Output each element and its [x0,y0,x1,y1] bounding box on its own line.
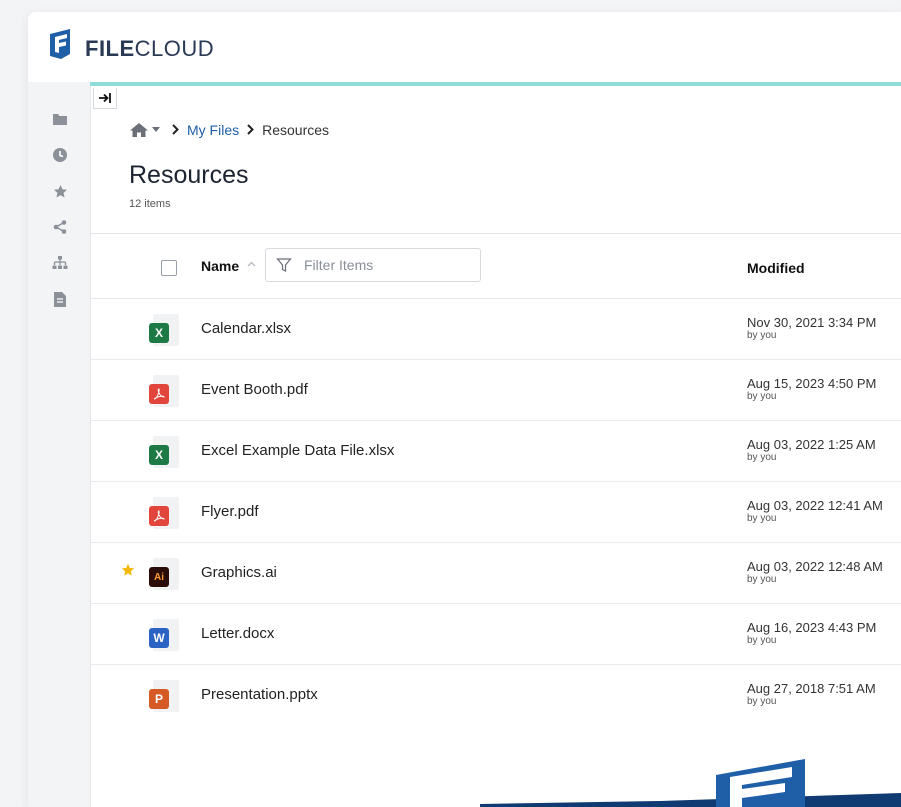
table-row[interactable]: P Presentation.pptx Aug 27, 2018 7:51 AM… [91,665,901,725]
decorative-logo-graphic [480,759,901,807]
file-name[interactable]: Flyer.pdf [201,503,259,520]
modified-by: by you [747,635,777,646]
pdf-file-icon [149,375,183,407]
star-icon[interactable] [52,183,68,199]
top-bar: FILECLOUD [28,12,901,82]
modified-date: Nov 30, 2021 3:34 PM [747,315,877,330]
favorite-star-icon[interactable] [121,563,135,582]
sort-ascending-icon[interactable] [247,256,256,270]
sitemap-icon[interactable] [52,255,68,271]
modified-date: Aug 03, 2022 12:48 AM [747,559,883,574]
table-row[interactable]: W Letter.docx Aug 16, 2023 4:43 PM by yo… [91,604,901,665]
table-header: Name Modified [91,234,901,299]
filter-icon [276,258,292,272]
table-row[interactable]: Event Booth.pdf Aug 15, 2023 4:50 PM by … [91,360,901,421]
collapse-panel-button[interactable] [93,88,117,109]
modified-date: Aug 16, 2023 4:43 PM [747,620,877,635]
file-name[interactable]: Excel Example Data File.xlsx [201,442,394,459]
document-icon[interactable] [52,291,68,307]
chevron-right-icon [247,123,255,138]
page-title: Resources [129,161,249,189]
filter-items-field[interactable] [265,248,481,282]
column-header-name[interactable]: Name [201,258,239,274]
file-name[interactable]: Graphics.ai [201,564,277,581]
excel-file-icon: X [149,436,183,468]
file-name[interactable]: Event Booth.pdf [201,381,308,398]
arrow-to-right-icon [99,93,111,103]
share-icon[interactable] [52,219,68,235]
folder-icon[interactable] [52,111,68,127]
breadcrumb: My Files Resources [129,122,329,138]
modified-by: by you [747,574,777,585]
main-content: My Files Resources Resources 12 items Na… [90,86,901,807]
file-name[interactable]: Letter.docx [201,625,274,642]
item-count: 12 items [129,198,171,210]
file-list: X Calendar.xlsx Nov 30, 2021 3:34 PM by … [91,299,901,725]
word-file-icon: W [149,619,183,651]
select-all-checkbox[interactable] [161,260,177,276]
excel-file-icon: X [149,314,183,346]
column-header-modified[interactable]: Modified [747,260,805,276]
table-row[interactable]: X Calendar.xlsx Nov 30, 2021 3:34 PM by … [91,299,901,360]
modified-date: Aug 15, 2023 4:50 PM [747,376,877,391]
breadcrumb-my-files[interactable]: My Files [187,122,239,138]
chevron-down-icon[interactable] [152,127,160,133]
clock-icon[interactable] [52,147,68,163]
breadcrumb-current: Resources [262,122,330,138]
modified-date: Aug 27, 2018 7:51 AM [747,681,876,696]
file-name[interactable]: Presentation.pptx [201,686,318,703]
modified-date: Aug 03, 2022 1:25 AM [747,437,876,452]
illustrator-file-icon: Ai [149,558,183,590]
file-name[interactable]: Calendar.xlsx [201,320,291,337]
modified-by: by you [747,513,777,524]
modified-by: by you [747,696,777,707]
app-logo-text: FILECLOUD [85,36,215,61]
sidebar [28,82,90,807]
filter-input[interactable] [302,256,476,274]
table-row[interactable]: Ai Graphics.ai Aug 03, 2022 12:48 AM by … [91,543,901,604]
powerpoint-file-icon: P [149,680,183,712]
chevron-right-icon [172,123,179,138]
table-row[interactable]: Flyer.pdf Aug 03, 2022 12:41 AM by you [91,482,901,543]
table-row[interactable]: X Excel Example Data File.xlsx Aug 03, 2… [91,421,901,482]
app-window: FILECLOUD My Files Resources Resources 1… [28,12,901,807]
modified-by: by you [747,391,777,402]
filecloud-logo-icon[interactable] [48,28,74,65]
modified-by: by you [747,330,777,341]
modified-date: Aug 03, 2022 12:41 AM [747,498,883,513]
home-icon[interactable] [129,122,149,138]
pdf-file-icon [149,497,183,529]
modified-by: by you [747,452,777,463]
